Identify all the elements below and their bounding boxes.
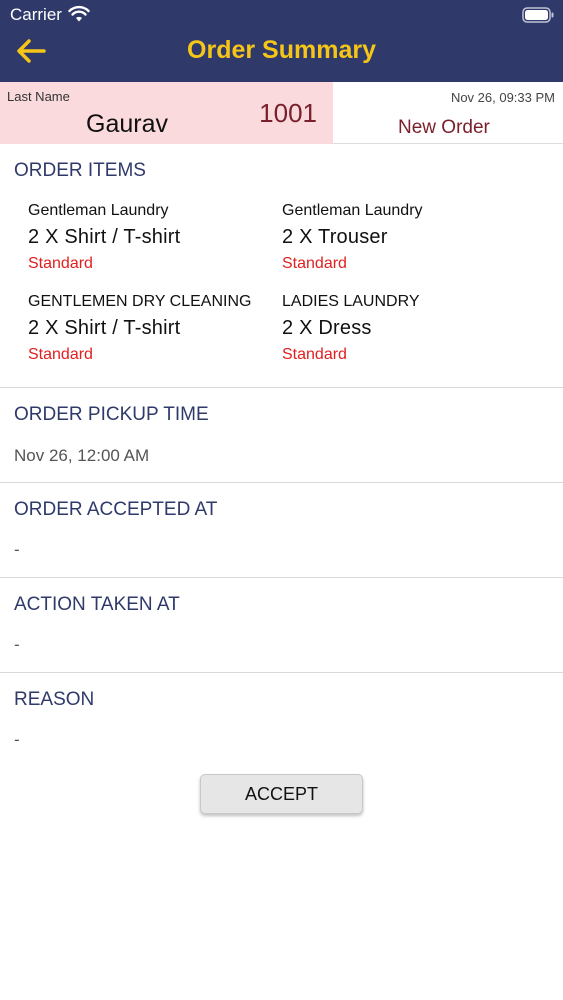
divider [0,672,563,673]
status-bar: Carrier [0,0,563,30]
item-quantity: 2 X Dress [282,317,372,339]
item-quantity: 2 X Shirt / T-shirt [28,317,181,339]
divider [0,387,563,388]
order-number: 1001 [259,98,317,128]
action-taken-value: - [14,635,20,654]
order-item: LADIES LAUNDRY 2 X Dress Standard [282,293,532,364]
order-datetime: Nov 26, 09:33 PM [450,90,555,105]
reason-title: REASON [14,689,95,710]
item-service: Standard [282,346,347,363]
order-status-panel: Nov 26, 09:33 PM New Order [333,82,563,144]
item-category: GENTLEMEN DRY CLEANING [28,293,252,310]
last-name-label: Last Name [7,89,70,104]
accept-button[interactable]: ACCEPT [200,774,363,814]
divider [0,577,563,578]
item-category: Gentleman Laundry [28,202,169,219]
order-item: Gentleman Laundry 2 X Trouser Standard [282,202,532,273]
item-service: Standard [28,255,93,272]
item-service: Standard [28,346,93,363]
divider [0,482,563,483]
item-category: LADIES LAUNDRY [282,293,420,310]
item-quantity: 2 X Shirt / T-shirt [28,226,181,248]
battery-icon [522,7,554,23]
pickup-time-value: Nov 26, 12:00 AM [14,446,150,465]
customer-panel: Last Name Gaurav 1001 [0,82,333,144]
item-service: Standard [282,255,347,272]
action-taken-title: ACTION TAKEN AT [14,594,180,615]
pickup-time-title: ORDER PICKUP TIME [14,404,209,425]
page-title: Order Summary [187,36,376,64]
order-item: Gentleman Laundry 2 X Shirt / T-shirt St… [28,202,278,273]
order-items-title: ORDER ITEMS [14,160,146,181]
accepted-at-value: - [14,540,20,559]
item-quantity: 2 X Trouser [282,226,388,248]
order-item: GENTLEMEN DRY CLEANING 2 X Shirt / T-shi… [28,293,258,364]
accepted-at-title: ORDER ACCEPTED AT [14,499,218,520]
carrier-label: Carrier [10,5,62,24]
item-category: Gentleman Laundry [282,202,423,219]
order-status: New Order [398,117,490,138]
customer-name: Gaurav [86,110,168,138]
wifi-icon [68,5,90,22]
reason-value: - [14,730,20,749]
navigation-bar: Order Summary [0,30,563,82]
top-bar: Carrier Order Summary [0,0,563,82]
